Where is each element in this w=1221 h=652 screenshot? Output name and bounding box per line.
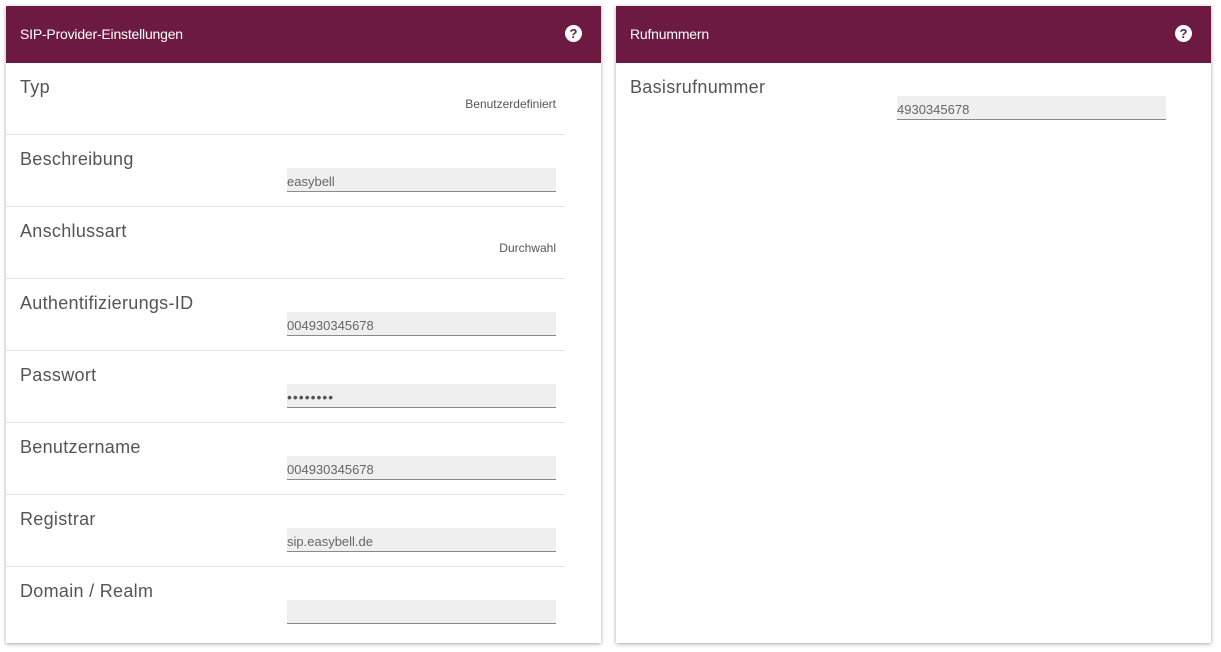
row-basisrufnummer: Basisrufnummer <box>616 63 1211 135</box>
domain-realm-input[interactable] <box>287 600 556 624</box>
label-authentifizierungs-id: Authentifizierungs-ID <box>20 293 194 313</box>
sip-provider-header: SIP-Provider-Einstellungen ? <box>6 6 601 63</box>
label-beschreibung: Beschreibung <box>20 149 134 169</box>
sip-provider-title: SIP-Provider-Einstellungen <box>20 26 183 42</box>
benutzername-input[interactable] <box>287 456 556 480</box>
basisrufnummer-input[interactable] <box>897 96 1166 120</box>
beschreibung-input[interactable] <box>287 168 556 192</box>
row-domain-realm: Domain / Realm <box>6 567 565 639</box>
label-benutzername: Benutzername <box>20 437 141 457</box>
row-anschlussart: Anschlussart Durchwahl <box>6 207 565 279</box>
rufnummern-title: Rufnummern <box>630 26 709 42</box>
label-basisrufnummer: Basisrufnummer <box>630 77 766 97</box>
row-typ: Typ Benutzerdefiniert <box>6 63 565 135</box>
help-icon[interactable]: ? <box>565 25 582 42</box>
label-anschlussart: Anschlussart <box>20 221 127 241</box>
row-passwort: Passwort <box>6 351 565 423</box>
value-anschlussart: Durchwahl <box>499 241 556 255</box>
row-beschreibung: Beschreibung <box>6 135 565 207</box>
rufnummern-header: Rufnummern ? <box>616 6 1211 63</box>
label-passwort: Passwort <box>20 365 97 385</box>
row-registrar: Registrar <box>6 495 565 567</box>
value-typ: Benutzerdefiniert <box>465 97 556 111</box>
authentifizierungs-id-input[interactable] <box>287 312 556 336</box>
sip-provider-panel: SIP-Provider-Einstellungen ? Typ Benutze… <box>6 6 601 643</box>
row-benutzername: Benutzername <box>6 423 565 495</box>
row-authentifizierungs-id: Authentifizierungs-ID <box>6 279 565 351</box>
registrar-input[interactable] <box>287 528 556 552</box>
label-domain-realm: Domain / Realm <box>20 581 154 601</box>
passwort-input[interactable] <box>287 384 556 408</box>
label-registrar: Registrar <box>20 509 96 529</box>
label-typ: Typ <box>20 77 50 97</box>
help-icon[interactable]: ? <box>1175 25 1192 42</box>
rufnummern-panel: Rufnummern ? Basisrufnummer <box>616 6 1211 643</box>
